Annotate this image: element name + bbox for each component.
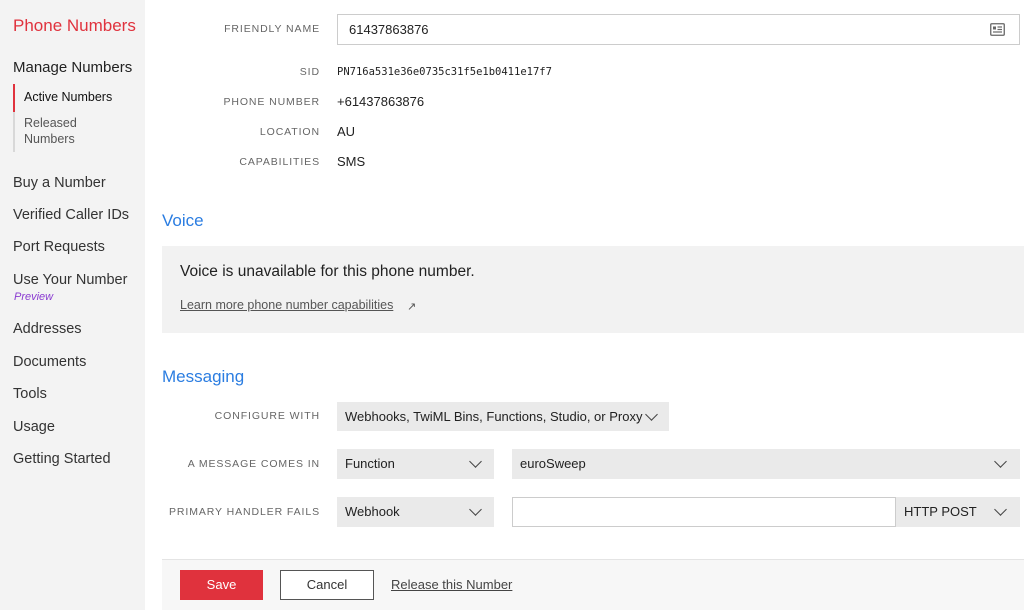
location-value: AU xyxy=(337,124,356,139)
voice-unavailable-message: Voice is unavailable for this phone numb… xyxy=(180,263,475,280)
sidebar-item-tools[interactable]: Tools xyxy=(13,386,47,402)
sid-label: SID xyxy=(299,66,320,78)
messaging-section-title: Messaging xyxy=(162,367,245,386)
cancel-button[interactable]: Cancel xyxy=(280,570,374,600)
http-method-value: HTTP POST xyxy=(904,504,977,519)
learn-more-capabilities-link[interactable]: Learn more phone number capabilities xyxy=(180,298,393,312)
sidebar-item-documents[interactable]: Documents xyxy=(13,354,86,370)
preview-badge: Preview xyxy=(14,291,54,303)
primary-handler-fails-label: PRIMARY HANDLER FAILS xyxy=(169,506,320,518)
primary-handler-fails-type-select[interactable]: Webhook xyxy=(337,497,494,527)
sidebar-item-addresses[interactable]: Addresses xyxy=(13,321,82,337)
configure-with-label: CONFIGURE WITH xyxy=(214,410,320,422)
capabilities-label: CAPABILITIES xyxy=(239,156,320,168)
friendly-name-label: FRIENDLY NAME xyxy=(224,23,320,35)
sidebar: Phone Numbers Manage Numbers Active Numb… xyxy=(0,0,145,610)
sidebar-item-buy-a-number[interactable]: Buy a Number xyxy=(13,175,106,191)
fallback-url-input[interactable] xyxy=(512,497,896,527)
message-comes-in-label: A MESSAGE COMES IN xyxy=(187,458,320,470)
voice-unavailable-panel xyxy=(162,246,1024,333)
sidebar-item-port-requests[interactable]: Port Requests xyxy=(13,239,105,255)
sidebar-item-use-your-number[interactable]: Use Your Number xyxy=(13,272,127,288)
phone-number-label: PHONE NUMBER xyxy=(223,96,320,108)
sidebar-item-verified-caller-ids[interactable]: Verified Caller IDs xyxy=(13,207,129,223)
phone-number-value: +61437863876 xyxy=(337,94,425,109)
sid-value: PN716a531e36e0735c31f5e1b0411e17f7 xyxy=(337,66,552,78)
message-comes-in-type-value: Function xyxy=(345,456,395,471)
external-link-icon: ↗ xyxy=(407,301,417,313)
contact-card-icon[interactable] xyxy=(990,23,1005,36)
message-comes-in-target-value: euroSweep xyxy=(520,456,586,471)
friendly-name-input[interactable]: 61437863876 xyxy=(337,14,1020,45)
save-button[interactable]: Save xyxy=(180,570,263,600)
configure-with-select[interactable]: Webhooks, TwiML Bins, Functions, Studio,… xyxy=(337,402,669,431)
configure-with-value: Webhooks, TwiML Bins, Functions, Studio,… xyxy=(345,409,643,424)
voice-section-title: Voice xyxy=(162,211,204,230)
message-comes-in-target-select[interactable]: euroSweep xyxy=(512,449,1020,479)
sidebar-submenu: Active Numbers Released Numbers xyxy=(13,84,143,152)
capabilities-value: SMS xyxy=(337,154,366,169)
primary-handler-fails-type-value: Webhook xyxy=(345,504,400,519)
message-comes-in-type-select[interactable]: Function xyxy=(337,449,494,479)
location-label: LOCATION xyxy=(259,126,320,138)
release-number-link[interactable]: Release this Number xyxy=(391,577,512,592)
